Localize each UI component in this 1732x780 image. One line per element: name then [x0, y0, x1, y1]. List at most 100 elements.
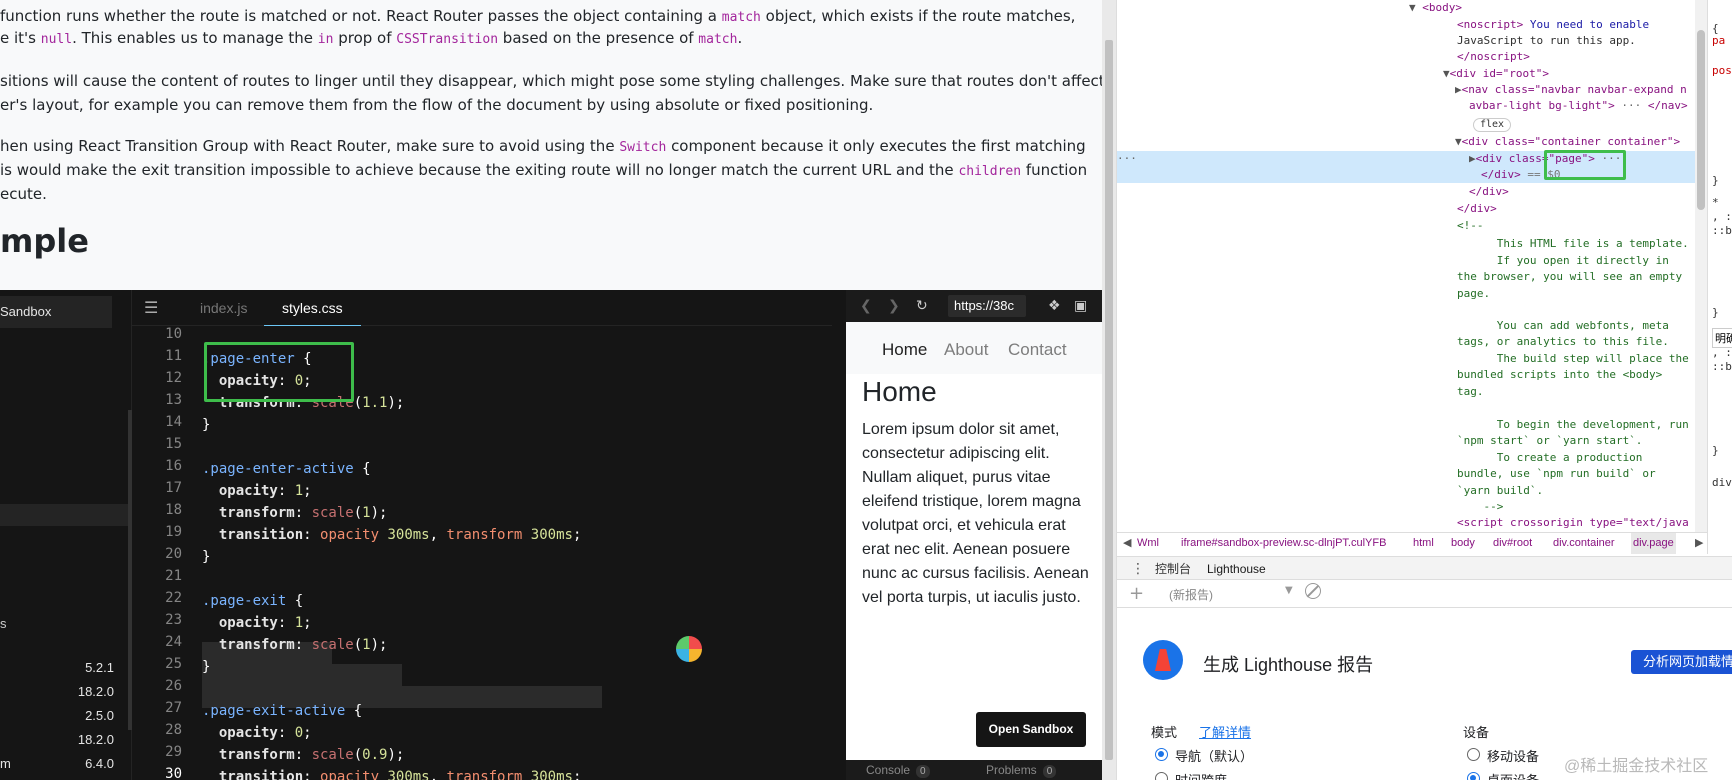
lighthouse-logo-icon — [1143, 640, 1183, 680]
line-number: 25 — [165, 656, 182, 672]
dom-node[interactable]: <noscript> You need to enable — [1457, 17, 1649, 33]
problems-tab[interactable]: Problems 0 — [986, 760, 1057, 780]
device-desktop-radio[interactable] — [1467, 772, 1480, 780]
code-line[interactable]: transition: opacity 300ms, transform 300… — [202, 524, 582, 546]
dom-comment: `yarn build`. — [1457, 484, 1544, 497]
analyze-page-button[interactable]: 分析网页加载情况 — [1631, 650, 1732, 674]
plus-icon[interactable]: + — [1129, 583, 1144, 604]
sandbox-title[interactable]: Sandbox — [0, 296, 112, 328]
code-line[interactable]: .page-exit-active { — [202, 700, 362, 722]
tab-styles-css[interactable]: styles.css — [264, 290, 361, 326]
breadcrumb-item[interactable]: div#root — [1493, 533, 1532, 554]
mode-option-label: 时间跨度 — [1175, 770, 1227, 780]
dom-node[interactable]: ▼<div id="root"> — [1443, 66, 1549, 82]
hamburger-icon[interactable]: ☰ — [144, 299, 162, 317]
scrollbar-thumb[interactable] — [1105, 40, 1113, 760]
dom-text: JavaScript to run this app. — [1457, 34, 1636, 47]
styles-pane: { pa pos } * , : ::b } 明确性 , : ::b } div — [1707, 0, 1732, 554]
dom-node[interactable]: </noscript> — [1457, 49, 1530, 65]
highlight-box — [204, 342, 354, 402]
flex-badge[interactable]: flex — [1473, 116, 1512, 132]
clear-icon[interactable] — [1305, 583, 1321, 599]
code-line[interactable]: transform: scale(1); — [202, 502, 388, 524]
breadcrumb-item[interactable]: div.container — [1553, 533, 1615, 554]
line-number: 16 — [165, 458, 182, 474]
dom-comment: tags, or analytics to this file. — [1457, 335, 1669, 348]
chevron-down-icon[interactable]: ▼ — [1285, 585, 1293, 596]
elements-scrollbar[interactable] — [1695, 0, 1707, 532]
breadcrumb-left-arrow-icon[interactable]: ◀ — [1123, 533, 1131, 554]
report-select[interactable]: (新报告) — [1169, 586, 1213, 603]
line-number: 24 — [165, 634, 182, 650]
line-number: 27 — [165, 700, 182, 716]
row-options-icon[interactable]: ··· — [1117, 151, 1137, 167]
selection-highlight — [202, 664, 402, 686]
style-snippet: } — [1712, 306, 1719, 319]
line-number: 17 — [165, 480, 182, 496]
learn-more-link[interactable]: 了解详情 — [1199, 722, 1251, 741]
dom-node[interactable]: avbar-light bg-light"> ··· </nav> — [1469, 98, 1688, 114]
breadcrumb-item[interactable]: iframe#sandbox-preview.sc-dlnjPT.culYFB — [1181, 533, 1386, 554]
code-line[interactable]: transition: opacity 300ms, transform 300… — [202, 766, 582, 780]
dom-comment: tag. — [1457, 385, 1484, 398]
back-arrow-icon[interactable]: ❮ — [860, 297, 872, 315]
dom-node[interactable]: ▶<nav class="navbar navbar-expand n — [1455, 82, 1687, 98]
dom-comment: `npm start` or `yarn start`. — [1457, 434, 1643, 447]
dom-comment: bundle, use `npm run build` or — [1457, 467, 1656, 480]
style-snippet: pa — [1712, 34, 1726, 47]
open-new-window-icon[interactable]: ▣ — [1074, 297, 1087, 315]
breadcrumb-item-selected[interactable]: div.page — [1631, 533, 1676, 554]
code-line[interactable]: opacity: 1; — [202, 612, 312, 634]
code-line[interactable]: } — [202, 656, 210, 678]
refresh-icon[interactable]: ↻ — [916, 297, 928, 315]
style-snippet: , : — [1712, 210, 1732, 223]
dom-node[interactable]: <script crossorigin type="text/java — [1457, 515, 1689, 531]
code-line[interactable]: transform: scale(1); — [202, 634, 388, 656]
code-line[interactable]: transform: scale(0.9); — [202, 744, 404, 766]
breadcrumb-item[interactable]: html — [1413, 533, 1434, 554]
nav-link-about[interactable]: About — [944, 340, 988, 360]
doc-paragraph: ecute. — [0, 185, 47, 203]
style-snippet: * — [1712, 196, 1719, 209]
tab-console[interactable]: 控制台 — [1155, 557, 1191, 581]
dom-node[interactable]: ▼<div class="container container"> — [1455, 134, 1680, 150]
dom-node[interactable]: ▼ <body> — [1409, 0, 1462, 16]
code-line[interactable]: .page-enter-active { — [202, 458, 371, 480]
style-snippet: div — [1712, 476, 1732, 489]
tooltip: 明确性 — [1712, 328, 1732, 348]
devtools-icon[interactable]: ❖ — [1048, 297, 1061, 315]
breadcrumb-item[interactable]: body — [1451, 533, 1475, 554]
page-scrollbar[interactable] — [1102, 0, 1116, 780]
code-line[interactable]: opacity: 0; — [202, 722, 312, 744]
breadcrumb-item[interactable]: Wml — [1137, 533, 1159, 554]
dom-node[interactable]: </div> — [1469, 184, 1509, 200]
console-tab[interactable]: Console 0 — [866, 760, 930, 780]
code-line[interactable]: } — [202, 414, 210, 436]
scrollbar-thumb[interactable] — [1697, 30, 1705, 210]
forward-arrow-icon[interactable]: ❯ — [888, 297, 900, 315]
tab-index-js[interactable]: index.js — [186, 290, 261, 326]
breadcrumb-right-arrow-icon[interactable]: ▶ — [1695, 533, 1703, 554]
open-sandbox-button[interactable]: Open Sandbox — [976, 712, 1086, 747]
dom-comment: The build step will place the — [1457, 352, 1689, 365]
mode-navigation-radio[interactable] — [1155, 748, 1168, 761]
mode-timespan-radio[interactable] — [1155, 772, 1168, 780]
drawer-tab-bar: ⋮ 控制台 Lighthouse — [1117, 556, 1732, 583]
device-mobile-radio[interactable] — [1467, 748, 1480, 761]
mode-label: 模式 — [1151, 725, 1178, 740]
editor-tab-bar: ☰ index.js styles.css — [132, 290, 832, 326]
code-line[interactable]: .page-exit { — [202, 590, 303, 612]
nav-link-home[interactable]: Home — [882, 340, 927, 360]
more-options-icon[interactable]: ⋮ — [1131, 557, 1145, 581]
line-number: 28 — [165, 722, 182, 738]
problems-count-badge: 0 — [1042, 765, 1057, 778]
code-line[interactable]: opacity: 1; — [202, 480, 312, 502]
doc-paragraph: er's layout, for example you can remove … — [0, 96, 874, 114]
file-tree-selected-row[interactable] — [0, 504, 132, 526]
dom-comment[interactable]: <!-- — [1457, 218, 1484, 234]
nav-link-contact[interactable]: Contact — [1008, 340, 1067, 360]
preview-url-input[interactable]: https://38c — [948, 295, 1026, 317]
code-line[interactable]: } — [202, 546, 210, 568]
dom-node[interactable]: </div> — [1457, 201, 1497, 217]
line-number: 22 — [165, 590, 182, 606]
